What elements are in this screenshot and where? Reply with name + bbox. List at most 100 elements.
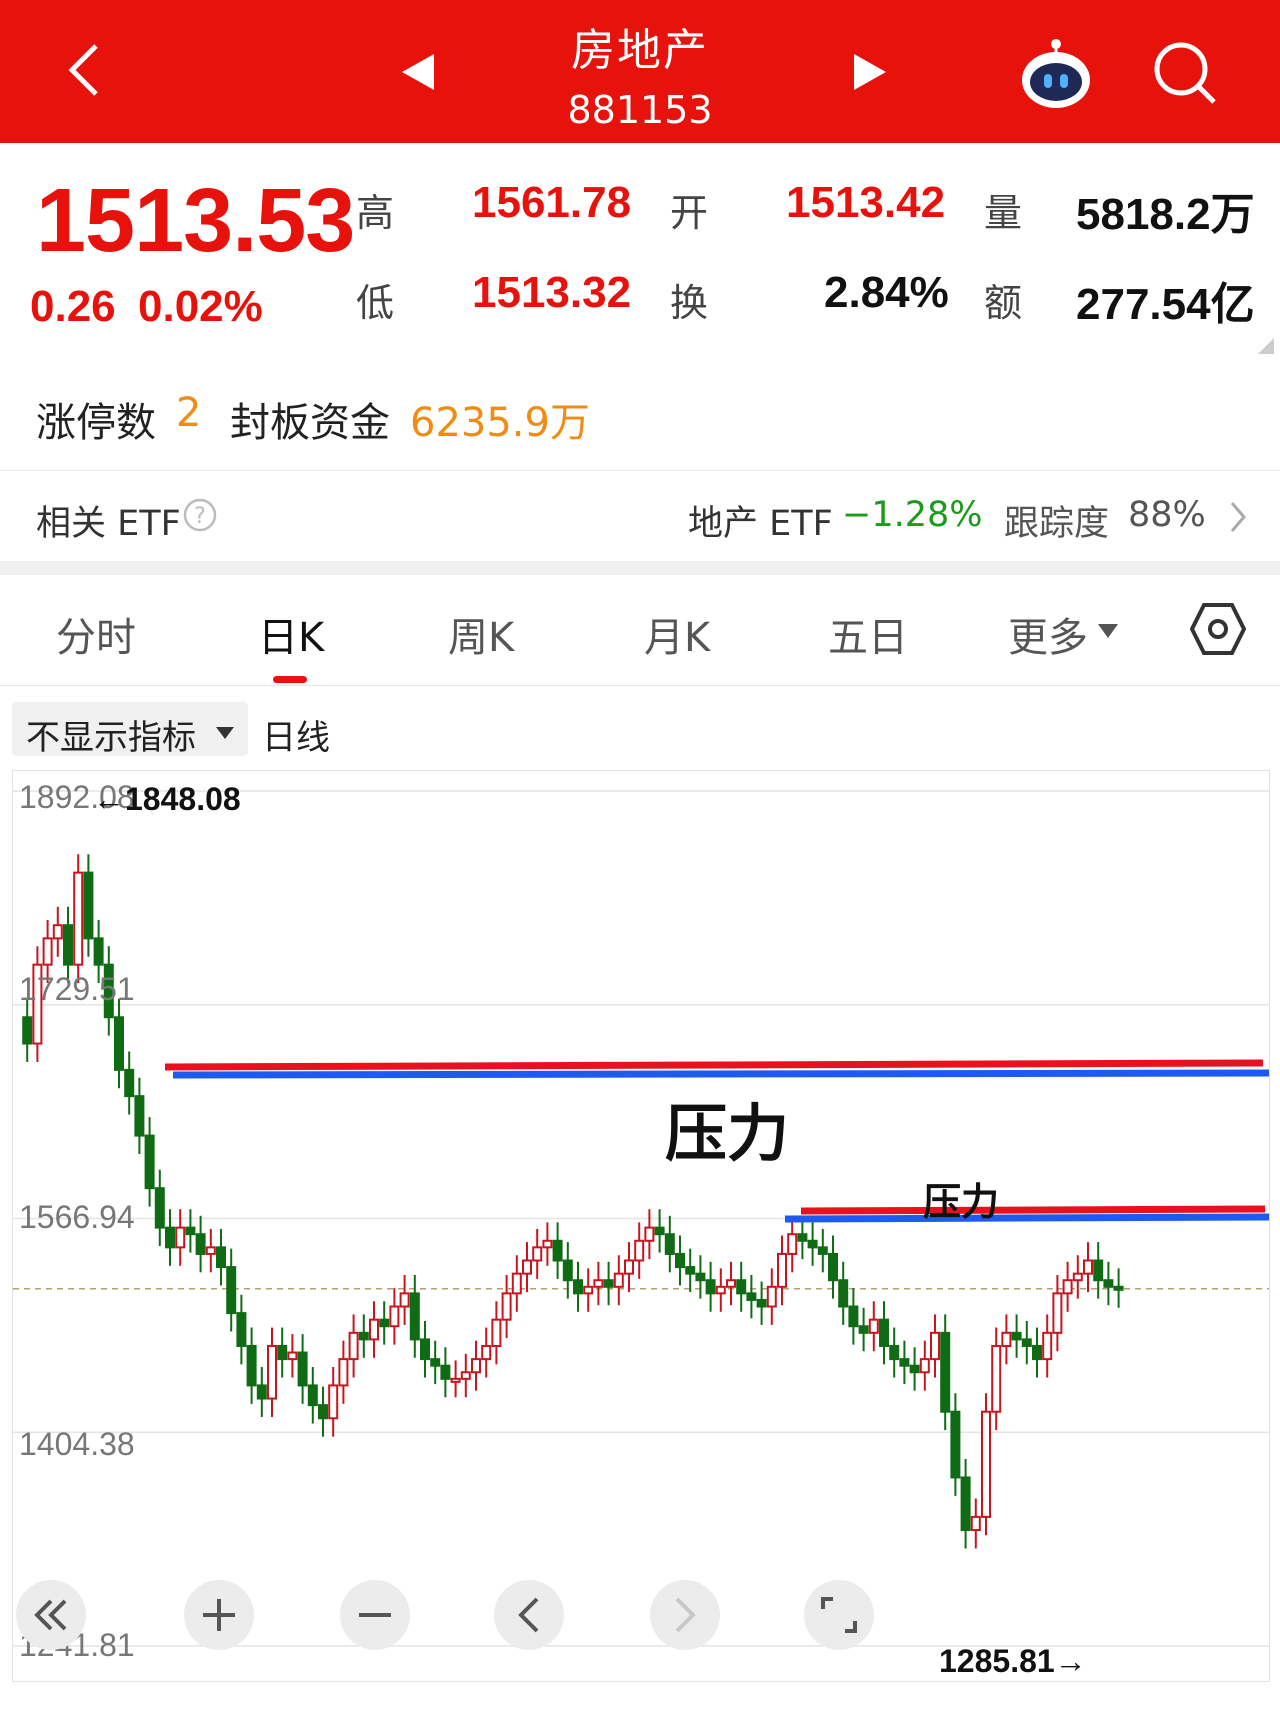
minus-icon — [359, 1613, 391, 1617]
turnover-label: 换 — [670, 281, 709, 325]
candle-body — [634, 1239, 645, 1262]
y-tick-label: 1404.38 — [19, 1426, 135, 1462]
high-value: 1561.78 — [472, 178, 632, 227]
candle-body — [93, 937, 104, 966]
price-change: 0.26 — [30, 282, 116, 331]
volume-label: 量 — [984, 191, 1023, 235]
tab-monthly-k[interactable]: 月K — [644, 605, 710, 663]
expand-corner-icon[interactable] — [1258, 338, 1274, 358]
fullscreen-button[interactable] — [804, 1580, 874, 1650]
robot-icon[interactable] — [1018, 36, 1094, 116]
candle-body — [471, 1358, 481, 1374]
candle-body — [491, 1318, 502, 1347]
limit-up-label: 涨停数 — [36, 400, 156, 446]
candle-body — [593, 1279, 604, 1288]
track-value: 88% — [1128, 495, 1206, 535]
candle-body — [460, 1371, 471, 1380]
seal-funds-label: 封板资金 — [230, 400, 390, 446]
candle-body — [522, 1259, 532, 1275]
period-label: 日线 — [262, 718, 330, 758]
last-price: 1513.53 — [36, 171, 355, 271]
candle-body — [1011, 1331, 1022, 1341]
candle-body — [481, 1344, 492, 1361]
kline-chart[interactable]: 1892.08 1729.51 1566.94 1404.38 1241.81 … — [12, 770, 1270, 1682]
tab-daily-k[interactable]: 日K — [258, 605, 324, 663]
seal-funds-value: 6235.9万 — [410, 400, 590, 446]
candle-body — [409, 1292, 420, 1341]
candle-body — [1093, 1259, 1104, 1282]
open-label: 开 — [670, 191, 709, 235]
candle-body — [787, 1233, 798, 1255]
candle-body — [1032, 1344, 1042, 1361]
indicator-select[interactable]: 不显示指标 — [12, 702, 248, 758]
candle-body — [705, 1279, 716, 1295]
candle-body — [236, 1312, 247, 1347]
candle-body — [828, 1252, 838, 1282]
search-icon[interactable] — [1152, 40, 1218, 110]
candle-body — [726, 1279, 736, 1288]
candle-body — [267, 1344, 277, 1400]
candle-body — [542, 1239, 553, 1249]
candle-body — [195, 1233, 206, 1255]
amount-value: 277.54亿 — [1076, 280, 1255, 329]
candle-body — [1062, 1279, 1073, 1295]
candle-body — [899, 1358, 910, 1367]
candle-body — [369, 1318, 379, 1341]
pressure-annotation: 压力 — [923, 1180, 1000, 1224]
candle-body — [379, 1318, 390, 1328]
etf-change: −1.28% — [842, 495, 983, 535]
scroll-right-button[interactable] — [650, 1580, 720, 1650]
scroll-left-button[interactable] — [494, 1580, 564, 1650]
candle-body — [185, 1226, 196, 1236]
candle-body — [858, 1325, 869, 1334]
etf-row[interactable]: 相关 ETF ? 地产 ETF −1.28% 跟踪度 88% — [0, 471, 1280, 561]
tab-more[interactable]: 更多 — [1008, 605, 1088, 663]
tab-five-day[interactable]: 五日 — [828, 605, 908, 663]
candle-body — [144, 1134, 155, 1190]
header-bar: 房地产 881153 — [0, 0, 1280, 143]
candle-body — [960, 1476, 971, 1532]
candle-body — [562, 1259, 573, 1282]
candle-body — [1113, 1285, 1124, 1291]
pressure-line — [784, 1213, 1269, 1223]
high-label: 高 — [356, 191, 395, 235]
etf-label: 相关 ETF — [36, 504, 181, 544]
candle-body — [879, 1318, 889, 1347]
amount-label: 额 — [984, 281, 1023, 325]
candle-body — [552, 1239, 563, 1262]
pressure-line — [800, 1205, 1266, 1215]
double-chevron-left-icon — [34, 1599, 67, 1631]
chevron-right-icon — [675, 1597, 696, 1633]
candle-body — [430, 1358, 441, 1367]
candle-body — [287, 1351, 298, 1361]
tab-intraday[interactable]: 分时 — [56, 605, 136, 663]
kline-chart-svg — [13, 790, 1269, 1647]
candle-body — [644, 1226, 655, 1242]
candle-body — [205, 1246, 216, 1255]
y-tick-label: 1566.94 — [19, 1199, 135, 1235]
candle-body — [1021, 1338, 1032, 1347]
candle-body — [389, 1305, 400, 1328]
candle-body — [175, 1226, 186, 1249]
rewind-button[interactable] — [16, 1580, 86, 1650]
zoom-out-button[interactable] — [340, 1580, 410, 1650]
chevron-right-icon[interactable] — [1228, 499, 1248, 539]
candle-body — [940, 1331, 951, 1413]
candle-body — [532, 1246, 543, 1262]
candle-body — [256, 1384, 267, 1400]
candle-body — [695, 1272, 706, 1282]
candle-body — [450, 1377, 461, 1383]
candle-body — [736, 1279, 747, 1295]
zoom-in-button[interactable] — [184, 1580, 254, 1650]
settings-hexagon-icon[interactable] — [1189, 601, 1247, 661]
candle-body — [675, 1252, 685, 1269]
candle-body — [440, 1364, 451, 1380]
help-icon[interactable]: ? — [182, 497, 218, 537]
candle-body — [573, 1279, 583, 1295]
etf-name: 地产 ETF — [688, 504, 833, 544]
candle-body — [756, 1298, 767, 1308]
svg-text:?: ? — [194, 504, 206, 529]
next-arrow-icon[interactable] — [852, 52, 888, 96]
candle-body — [63, 924, 73, 966]
tab-weekly-k[interactable]: 周K — [448, 605, 514, 663]
